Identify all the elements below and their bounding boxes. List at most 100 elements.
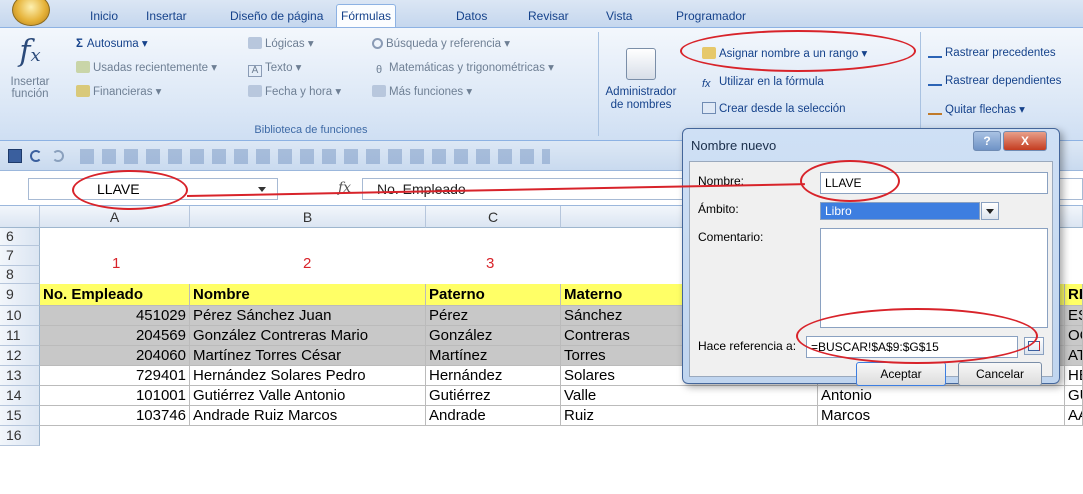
office-button[interactable] <box>12 0 50 26</box>
chevron-down-icon <box>986 209 994 214</box>
table-cell[interactable]: Valle <box>561 386 818 406</box>
row-header[interactable]: 7 <box>0 246 40 266</box>
row-header[interactable]: 14 <box>0 386 40 406</box>
row-header[interactable]: 13 <box>0 366 40 386</box>
table-cell[interactable]: Hernández <box>426 366 561 386</box>
column-header-c[interactable]: C <box>426 206 561 228</box>
tab-revisar[interactable]: Revisar <box>524 6 573 27</box>
column-header-b[interactable]: B <box>190 206 426 228</box>
remove-arrows-label: Quitar flechas ▾ <box>945 104 1025 116</box>
table-cell[interactable]: AAR <box>1065 406 1083 426</box>
table-cell[interactable]: 103746 <box>40 406 190 426</box>
table-cell[interactable]: Martínez Torres César <box>190 346 426 366</box>
arrow-icon <box>928 74 942 86</box>
math-button[interactable]: θ Matemáticas y trigonométricas ▾ <box>372 60 554 76</box>
table-cell[interactable]: Gutiérrez <box>426 386 561 406</box>
lookup-button[interactable]: Búsqueda y referencia ▾ <box>372 36 510 50</box>
name-box-dropdown-icon[interactable] <box>258 187 266 192</box>
use-in-formula-label: Utilizar en la fórmula <box>719 76 824 88</box>
financial-button[interactable]: Financieras ▾ <box>76 84 161 98</box>
row-header[interactable]: 10 <box>0 306 40 326</box>
cancel-button[interactable]: Cancelar <box>958 362 1042 386</box>
recent-button[interactable]: Usadas recientemente ▾ <box>76 60 217 74</box>
column-number-label: 2 <box>303 255 312 272</box>
table-cell[interactable]: Ruiz <box>561 406 818 426</box>
scope-select[interactable]: Libro <box>820 202 980 220</box>
table-cell[interactable]: 729401 <box>40 366 190 386</box>
table-cell[interactable]: Marcos <box>818 406 1065 426</box>
create-from-selection-button[interactable]: Crear desde la selección <box>702 102 846 115</box>
row-header[interactable]: 9 <box>0 284 40 306</box>
row-header[interactable]: 16 <box>0 426 40 446</box>
autosum-button[interactable]: Σ Autosuma ▾ <box>76 36 148 50</box>
table-cell[interactable]: Pérez Sánchez Juan <box>190 306 426 326</box>
select-all-corner[interactable] <box>0 206 40 228</box>
autosum-label: Autosuma ▾ <box>86 38 148 50</box>
ok-button[interactable]: Aceptar <box>856 362 946 386</box>
table-cell[interactable]: 451029 <box>40 306 190 326</box>
table-cell[interactable]: Andrade <box>426 406 561 426</box>
table-cell[interactable]: ESA <box>1065 306 1083 326</box>
table-header-cell[interactable]: Nombre <box>190 284 426 306</box>
row-header[interactable]: 11 <box>0 326 40 346</box>
trace-dependents-label: Rastrear dependientes <box>945 75 1062 87</box>
recent-label: Usadas recientemente ▾ <box>93 62 218 74</box>
tab-inicio[interactable]: Inicio <box>86 6 122 27</box>
table-cell[interactable]: Gutiérrez Valle Antonio <box>190 386 426 406</box>
text-button[interactable]: A Texto ▾ <box>248 60 301 77</box>
scope-dropdown-button[interactable] <box>981 202 999 220</box>
datetime-button[interactable]: Fecha y hora ▾ <box>248 84 341 98</box>
annotation-ellipse <box>680 30 916 72</box>
book-icon <box>248 85 262 97</box>
table-cell[interactable]: HES <box>1065 366 1083 386</box>
table-cell[interactable]: Martínez <box>426 346 561 366</box>
logical-button[interactable]: Lógicas ▾ <box>248 36 314 50</box>
table-cell[interactable]: GUV <box>1065 386 1083 406</box>
table-cell[interactable]: 204569 <box>40 326 190 346</box>
tab-programador[interactable]: Programador <box>672 6 750 27</box>
tab-vista[interactable]: Vista <box>602 6 636 27</box>
fx-icon: fx <box>19 34 41 69</box>
financial-label: Financieras ▾ <box>93 86 162 98</box>
star-icon <box>76 61 90 73</box>
trace-dependents-button[interactable]: Rastrear dependientes <box>928 74 1061 87</box>
table-cell[interactable]: Hernández Solares Pedro <box>190 366 426 386</box>
remove-arrows-button[interactable]: Quitar flechas ▾ <box>928 102 1025 116</box>
tab-formulas[interactable]: Fórmulas <box>336 4 397 27</box>
fx-small-icon: fx <box>702 78 711 90</box>
row-header[interactable]: 15 <box>0 406 40 426</box>
close-button[interactable]: X <box>1003 131 1047 151</box>
table-header-cell[interactable]: RFC <box>1065 284 1083 306</box>
redo-icon[interactable] <box>52 150 64 162</box>
more-functions-button[interactable]: Más funciones ▾ <box>372 84 472 98</box>
table-cell[interactable]: 101001 <box>40 386 190 406</box>
save-icon[interactable] <box>8 149 22 163</box>
tab-insertar[interactable]: Insertar <box>142 6 191 27</box>
undo-icon[interactable] <box>30 150 42 162</box>
name-manager-label-2: de nombres <box>610 99 672 111</box>
table-cell[interactable]: González <box>426 326 561 346</box>
annotation-ellipse <box>796 308 1038 364</box>
datetime-label: Fecha y hora ▾ <box>265 86 342 98</box>
tab-datos[interactable]: Datos <box>452 6 491 27</box>
search-icon <box>372 38 383 49</box>
row-header[interactable]: 8 <box>0 266 40 284</box>
table-cell[interactable]: Antonio <box>818 386 1065 406</box>
insert-function-button[interactable]: fx Insertar función <box>4 32 56 120</box>
use-in-formula-button[interactable]: fx Utilizar en la fórmula <box>702 76 824 90</box>
table-cell[interactable]: OC <box>1065 326 1083 346</box>
trace-precedents-button[interactable]: Rastrear precedentes <box>928 46 1056 59</box>
row-header[interactable]: 6 <box>0 228 40 246</box>
table-header-cell[interactable]: No. Empleado <box>40 284 190 306</box>
refers-to-label: Hace referencia a: <box>698 339 797 353</box>
row-header[interactable]: 12 <box>0 346 40 366</box>
table-cell[interactable]: Pérez <box>426 306 561 326</box>
tab-diseno-pagina[interactable]: Diseño de página <box>226 6 327 27</box>
name-manager-button[interactable]: Administrador de nombres <box>604 48 678 112</box>
help-button[interactable]: ? <box>973 131 1001 151</box>
table-cell[interactable]: 204060 <box>40 346 190 366</box>
table-cell[interactable]: ATC <box>1065 346 1083 366</box>
table-header-cell[interactable]: Paterno <box>426 284 561 306</box>
table-cell[interactable]: González Contreras Mario <box>190 326 426 346</box>
table-cell[interactable]: Andrade Ruiz Marcos <box>190 406 426 426</box>
